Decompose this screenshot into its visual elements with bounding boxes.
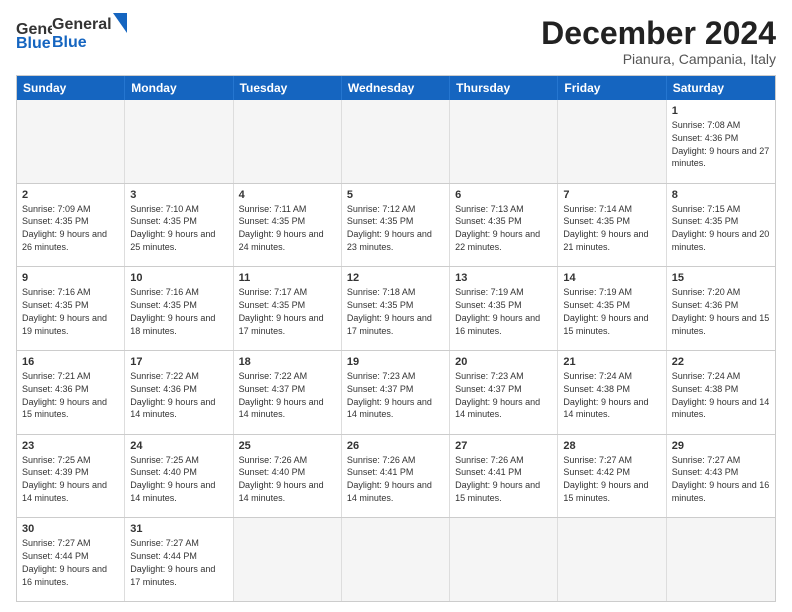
day-30: 30 Sunrise: 7:27 AMSunset: 4:44 PMDaylig…: [17, 518, 125, 601]
empty-cell: [667, 518, 775, 601]
day-14: 14 Sunrise: 7:19 AMSunset: 4:35 PMDaylig…: [558, 267, 666, 350]
header-sunday: Sunday: [17, 76, 125, 100]
svg-text:Blue: Blue: [16, 35, 51, 52]
cal-row-3: 9 Sunrise: 7:16 AMSunset: 4:35 PMDayligh…: [17, 266, 775, 350]
day-13: 13 Sunrise: 7:19 AMSunset: 4:35 PMDaylig…: [450, 267, 558, 350]
calendar: Sunday Monday Tuesday Wednesday Thursday…: [16, 75, 776, 602]
header-monday: Monday: [125, 76, 233, 100]
calendar-header: Sunday Monday Tuesday Wednesday Thursday…: [17, 76, 775, 100]
calendar-body: 1 Sunrise: 7:08 AMSunset: 4:36 PMDayligh…: [17, 100, 775, 601]
empty-cell: [558, 518, 666, 601]
cal-row-1: 1 Sunrise: 7:08 AMSunset: 4:36 PMDayligh…: [17, 100, 775, 183]
title-block: December 2024 Pianura, Campania, Italy: [541, 16, 776, 67]
empty-cell: [234, 518, 342, 601]
empty-cell: [342, 100, 450, 183]
day-2: 2 Sunrise: 7:09 AMSunset: 4:35 PMDayligh…: [17, 184, 125, 267]
day-27: 27 Sunrise: 7:26 AMSunset: 4:41 PMDaylig…: [450, 435, 558, 518]
cal-row-2: 2 Sunrise: 7:09 AMSunset: 4:35 PMDayligh…: [17, 183, 775, 267]
logo-wing-icon: [113, 13, 127, 33]
day-10: 10 Sunrise: 7:16 AMSunset: 4:35 PMDaylig…: [125, 267, 233, 350]
day-29: 29 Sunrise: 7:27 AMSunset: 4:43 PMDaylig…: [667, 435, 775, 518]
month-title: December 2024: [541, 16, 776, 51]
logo-blue: Blue: [52, 34, 127, 52]
logo-general: General: [52, 16, 112, 34]
day-4: 4 Sunrise: 7:11 AMSunset: 4:35 PMDayligh…: [234, 184, 342, 267]
day-11: 11 Sunrise: 7:17 AMSunset: 4:35 PMDaylig…: [234, 267, 342, 350]
empty-cell: [234, 100, 342, 183]
header-saturday: Saturday: [667, 76, 775, 100]
logo-icon: General Blue: [16, 16, 52, 52]
header-thursday: Thursday: [450, 76, 558, 100]
header: General Blue General Blue December 2024 …: [16, 16, 776, 67]
empty-cell: [450, 100, 558, 183]
day-23: 23 Sunrise: 7:25 AMSunset: 4:39 PMDaylig…: [17, 435, 125, 518]
cal-row-6: 30 Sunrise: 7:27 AMSunset: 4:44 PMDaylig…: [17, 517, 775, 601]
day-24: 24 Sunrise: 7:25 AMSunset: 4:40 PMDaylig…: [125, 435, 233, 518]
cal-row-5: 23 Sunrise: 7:25 AMSunset: 4:39 PMDaylig…: [17, 434, 775, 518]
day-15: 15 Sunrise: 7:20 AMSunset: 4:36 PMDaylig…: [667, 267, 775, 350]
day-25: 25 Sunrise: 7:26 AMSunset: 4:40 PMDaylig…: [234, 435, 342, 518]
empty-cell: [125, 100, 233, 183]
day-18: 18 Sunrise: 7:22 AMSunset: 4:37 PMDaylig…: [234, 351, 342, 434]
day-12: 12 Sunrise: 7:18 AMSunset: 4:35 PMDaylig…: [342, 267, 450, 350]
day-19: 19 Sunrise: 7:23 AMSunset: 4:37 PMDaylig…: [342, 351, 450, 434]
day-8: 8 Sunrise: 7:15 AMSunset: 4:35 PMDayligh…: [667, 184, 775, 267]
day-9: 9 Sunrise: 7:16 AMSunset: 4:35 PMDayligh…: [17, 267, 125, 350]
day-16: 16 Sunrise: 7:21 AMSunset: 4:36 PMDaylig…: [17, 351, 125, 434]
cal-row-4: 16 Sunrise: 7:21 AMSunset: 4:36 PMDaylig…: [17, 350, 775, 434]
header-wednesday: Wednesday: [342, 76, 450, 100]
header-friday: Friday: [558, 76, 666, 100]
empty-cell: [450, 518, 558, 601]
day-3: 3 Sunrise: 7:10 AMSunset: 4:35 PMDayligh…: [125, 184, 233, 267]
empty-cell: [342, 518, 450, 601]
day-26: 26 Sunrise: 7:26 AMSunset: 4:41 PMDaylig…: [342, 435, 450, 518]
day-31: 31 Sunrise: 7:27 AMSunset: 4:44 PMDaylig…: [125, 518, 233, 601]
empty-cell: [17, 100, 125, 183]
location: Pianura, Campania, Italy: [541, 51, 776, 67]
day-28: 28 Sunrise: 7:27 AMSunset: 4:42 PMDaylig…: [558, 435, 666, 518]
day-1: 1 Sunrise: 7:08 AMSunset: 4:36 PMDayligh…: [667, 100, 775, 183]
empty-cell: [558, 100, 666, 183]
day-20: 20 Sunrise: 7:23 AMSunset: 4:37 PMDaylig…: [450, 351, 558, 434]
day-21: 21 Sunrise: 7:24 AMSunset: 4:38 PMDaylig…: [558, 351, 666, 434]
day-22: 22 Sunrise: 7:24 AMSunset: 4:38 PMDaylig…: [667, 351, 775, 434]
logo: General Blue General Blue: [16, 16, 127, 52]
day-5: 5 Sunrise: 7:12 AMSunset: 4:35 PMDayligh…: [342, 184, 450, 267]
page: General Blue General Blue December 2024 …: [0, 0, 792, 612]
day-7: 7 Sunrise: 7:14 AMSunset: 4:35 PMDayligh…: [558, 184, 666, 267]
day-17: 17 Sunrise: 7:22 AMSunset: 4:36 PMDaylig…: [125, 351, 233, 434]
header-tuesday: Tuesday: [234, 76, 342, 100]
day-6: 6 Sunrise: 7:13 AMSunset: 4:35 PMDayligh…: [450, 184, 558, 267]
